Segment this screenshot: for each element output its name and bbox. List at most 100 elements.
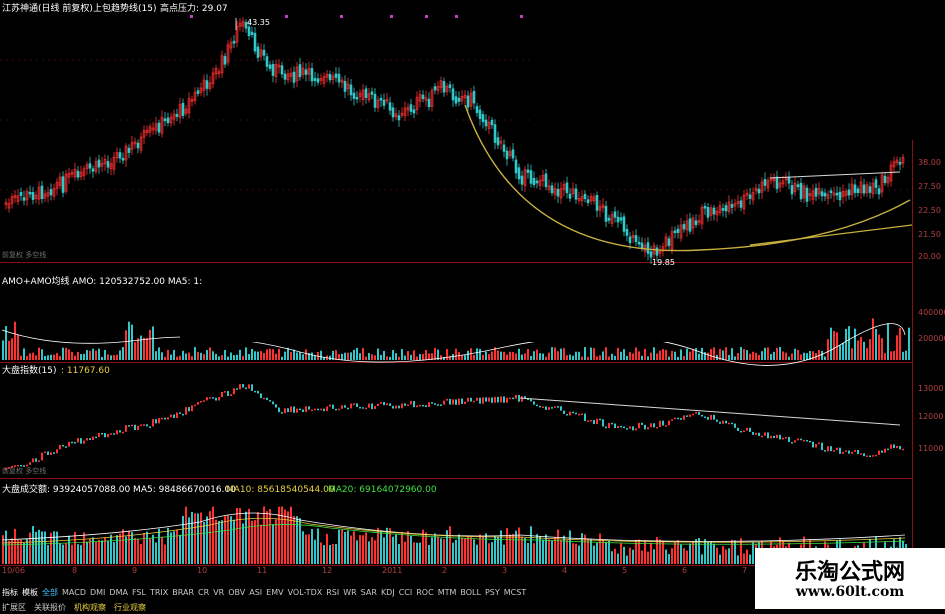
toolbar-tab-11[interactable]: OBV [228,588,245,597]
amo-bar [359,353,361,360]
price-candle [505,150,509,160]
amo-bar [560,348,562,360]
price-candle [853,184,857,193]
index-candle [572,411,574,414]
date-tick-11: 6 [682,566,688,575]
axis-amo-2: 200000 [918,334,945,343]
price-candle [382,99,386,106]
volume-bar [608,540,610,564]
toolbar-ext-2[interactable]: 机构观察 [74,602,106,613]
index-candle [536,404,538,407]
amo-bar [395,353,397,360]
amo-bar [590,347,592,360]
volume-bar [443,539,445,564]
index-candle [194,404,196,407]
amo-bar [224,349,226,360]
price-candle [466,95,470,108]
toolbar-tab-19[interactable]: CCI [399,588,413,597]
amo-bar [146,338,148,360]
index-candle [596,418,598,425]
index-candle [698,411,700,415]
index-candle [656,426,658,429]
index-candle [251,384,253,391]
volume-bar [752,542,754,564]
index-candle [107,433,109,438]
index-candle [659,420,661,427]
volume-bar [701,554,703,564]
price-candle [472,91,476,104]
amo-bar [668,356,670,360]
volume-bar [98,539,100,564]
volume-bar [521,536,523,564]
index-candle [62,444,64,447]
axis-amo-1: 400000 [918,308,945,317]
toolbar-tab-22[interactable]: BOLL [460,588,481,597]
index-candle [224,391,226,393]
amo-bar [686,348,688,360]
index-candle [581,413,583,416]
price-candle [673,230,677,234]
toolbar-tab-21[interactable]: MTM [438,588,457,597]
volume-bar [149,538,151,564]
volume-bar [191,511,193,564]
amo-bar [311,352,313,360]
price-candle [688,218,692,232]
volume-bar [632,549,634,564]
volume-ma10: MA10: 85618540544.00 [226,485,335,495]
amo-bar [344,352,346,360]
index-candle [506,397,508,403]
amo-bar [680,349,682,360]
price-candle [454,96,458,104]
toolbar-tab-23[interactable]: PSY [485,588,500,597]
index-candle [584,413,586,422]
toolbar-tab-9[interactable]: CR [198,588,209,597]
volume-bar [140,544,142,564]
price-candle [484,119,488,127]
volume-bar [563,535,565,564]
toolbar-ext-0[interactable]: 扩展区 [2,602,26,613]
toolbar-tab-14[interactable]: VOL-TDX [288,588,323,597]
toolbar-tab-10[interactable]: VR [213,588,224,597]
toolbar-tab-15[interactable]: RSI [326,588,339,597]
toolbar-tab-16[interactable]: WR [343,588,356,597]
index-candle [266,397,268,401]
toolbar-ext-3[interactable]: 行业观察 [114,602,146,613]
volume-bar [518,527,520,564]
amo-bar [566,355,568,360]
index-candle [293,406,295,413]
amo-bar [524,353,526,360]
toolbar-tab-24[interactable]: MCST [504,588,526,597]
volume-bar [668,554,670,564]
toolbar-ext-1[interactable]: 关联报价 [34,602,66,613]
amo-bar [515,353,517,360]
index-candle [260,393,262,399]
index-candle [395,405,397,409]
amo-bar [803,352,805,360]
price-candle [262,49,266,56]
amo-bar [518,348,520,360]
axis-main-1: 38.00 [918,158,941,167]
amo-bar [845,328,847,360]
amo-bar [422,354,424,360]
volume-bar [374,540,376,564]
index-candle [557,406,559,408]
volume-bar [419,542,421,564]
volume-bar [743,553,745,564]
volume-bar [515,530,517,564]
volume-bar [536,534,538,564]
amo-bar [179,355,181,360]
toolbar-tab-12[interactable]: ASI [249,588,262,597]
price-candle [616,216,620,223]
toolbar-tab-20[interactable]: ROC [416,588,433,597]
volume-bar [509,534,511,564]
volume-bar [392,536,394,564]
volume-bar [266,511,268,564]
toolbar-tab-8[interactable]: BRAR [172,588,194,597]
toolbar-tab-18[interactable]: KDJ [381,588,395,597]
volume-bar [287,511,289,564]
toolbar-tab-13[interactable]: EMV [266,588,283,597]
toolbar-tab-17[interactable]: SAR [361,588,377,597]
index-candle [401,403,403,409]
signal-mark-0 [190,15,193,18]
index-candle [761,435,763,438]
